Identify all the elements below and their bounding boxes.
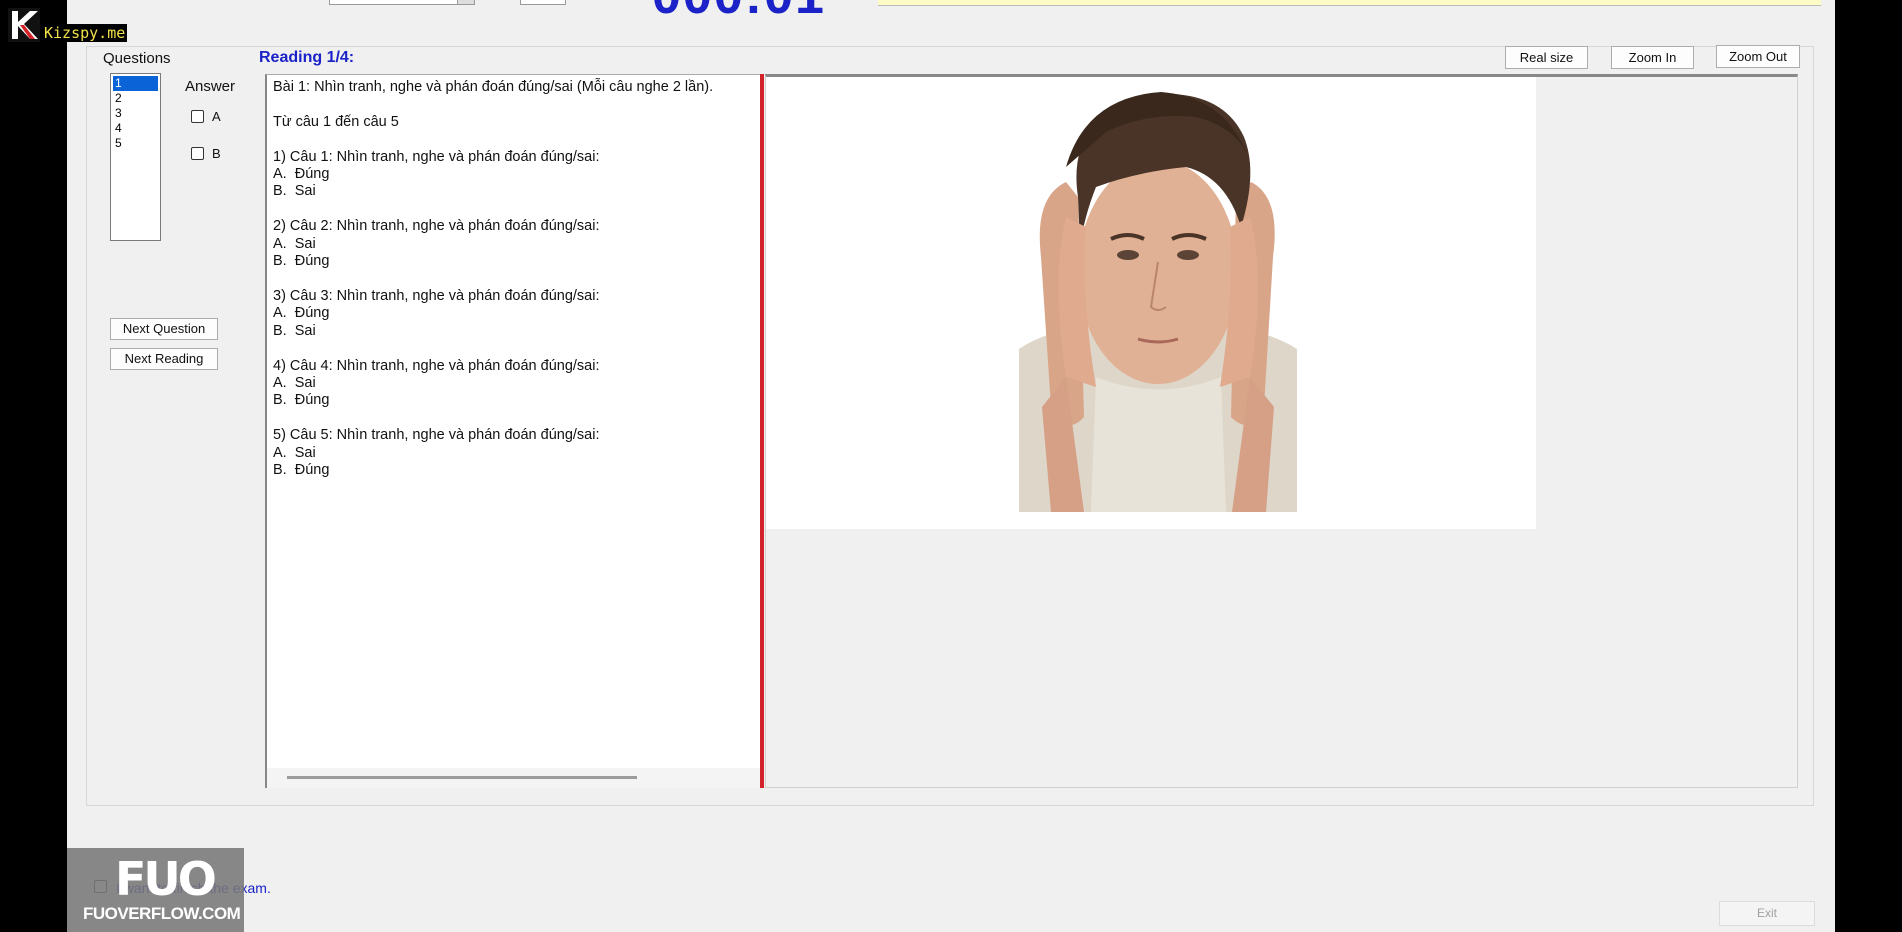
reading-text: Bài 1: Nhìn tranh, nghe và phán đoán đún… <box>273 79 714 478</box>
kizspy-logo: Kizspy.me <box>8 8 128 44</box>
next-question-button[interactable]: Next Question <box>110 318 218 340</box>
question-image <box>766 77 1536 529</box>
real-size-button[interactable]: Real size <box>1505 46 1588 69</box>
panel-splitter[interactable] <box>760 74 764 788</box>
horizontal-scrollbar[interactable] <box>267 768 760 788</box>
reading-title: Reading 1/4: <box>259 49 355 66</box>
question-item[interactable]: 4 <box>111 121 160 136</box>
answer-a-checkbox[interactable] <box>191 110 204 123</box>
answer-a-label: A <box>212 109 221 124</box>
next-reading-button[interactable]: Next Reading <box>110 348 218 370</box>
top-small-field[interactable] <box>520 0 566 5</box>
countdown-timer: 000:01 <box>652 0 826 22</box>
zoom-in-button[interactable]: Zoom In <box>1611 46 1694 69</box>
answer-label: Answer <box>185 78 236 95</box>
watermark-text: FUOVERFLOW.COM <box>83 904 241 923</box>
answer-b-checkbox[interactable] <box>191 147 204 160</box>
answer-b-label: B <box>212 146 221 161</box>
zoom-out-button[interactable]: Zoom Out <box>1716 45 1800 68</box>
top-combobox[interactable] <box>329 0 475 5</box>
k-logo-icon <box>8 8 40 42</box>
question-item[interactable]: 2 <box>111 91 160 106</box>
person-covering-ears-image <box>766 77 1536 529</box>
status-bar <box>878 0 1821 6</box>
dropdown-arrow-icon[interactable] <box>457 0 474 4</box>
fuoverflow-watermark: FUO FUOVERFLOW.COM <box>67 848 244 932</box>
questions-label: Questions <box>103 50 171 67</box>
question-list[interactable]: 1 2 3 4 5 <box>110 73 161 241</box>
exam-window: 000:01 Questions Reading 1/4: 1 2 3 4 5 … <box>67 0 1835 932</box>
logo-domain-text: Kizspy.me <box>42 24 128 42</box>
scrollbar-thumb[interactable] <box>287 776 637 779</box>
fuo-logo-icon: FUO <box>115 852 217 906</box>
reading-text-panel[interactable]: Bài 1: Nhìn tranh, nghe và phán đoán đún… <box>265 74 760 788</box>
question-item[interactable]: 1 <box>113 76 158 91</box>
exit-button[interactable]: Exit <box>1719 901 1815 926</box>
question-item[interactable]: 5 <box>111 136 160 151</box>
question-item[interactable]: 3 <box>111 106 160 121</box>
